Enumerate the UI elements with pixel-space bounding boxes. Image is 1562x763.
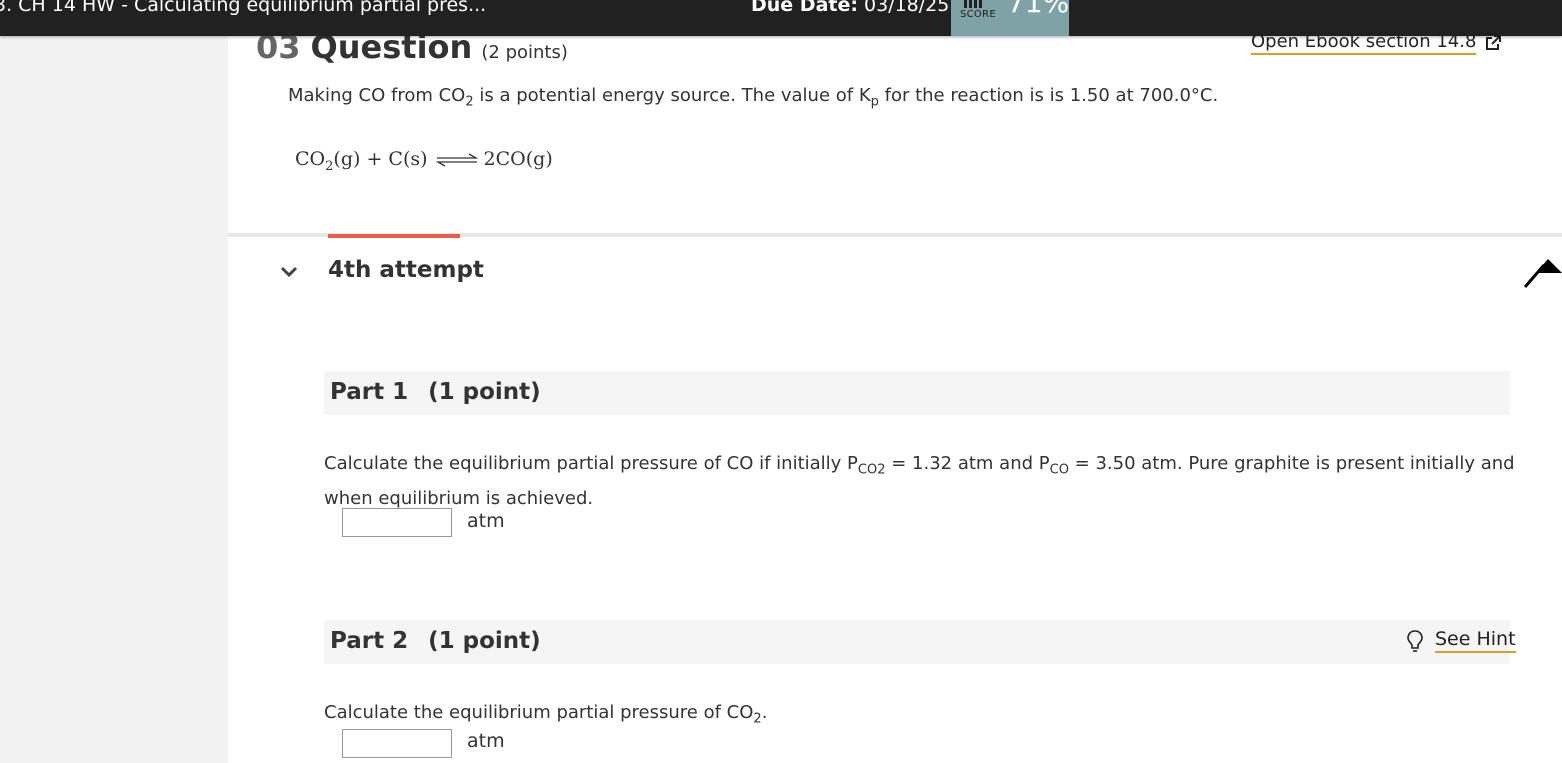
question-points: (2 points) (481, 42, 568, 63)
attempt-tab-indicator (328, 234, 460, 238)
assignment-title[interactable]: 3. CH 14 HW - Calculating equilibrium pa… (0, 0, 486, 16)
due-date: Due Date: 03/18/25 (751, 0, 949, 16)
external-link-icon[interactable] (1485, 35, 1501, 51)
part-1-header: Part 1 (1 point) (324, 371, 1510, 415)
chevron-down-icon[interactable] (280, 265, 298, 279)
due-date-value: 03/18/25 (864, 0, 950, 16)
cursor-arrow-icon (1523, 259, 1562, 288)
score-value: 71% (1007, 0, 1069, 19)
part-2-answer-input[interactable] (342, 729, 452, 758)
top-bar: 3. CH 14 HW - Calculating equilibrium pa… (0, 0, 1562, 36)
part-2-title: Part 2 (330, 628, 409, 654)
part-1-title: Part 1 (330, 379, 409, 405)
part-1-answer-input[interactable] (342, 508, 452, 537)
part-2-unit: atm (467, 730, 505, 752)
left-sidebar (0, 36, 228, 763)
part-2-points: (1 point) (428, 628, 541, 654)
due-date-label: Due Date: (751, 0, 858, 16)
score-badge[interactable]: SCORE 71% (951, 0, 1069, 36)
part-1-prompt: Calculate the equilibrium partial pressu… (324, 453, 1515, 509)
part-2-header: Part 2 (1 point) (324, 620, 1510, 664)
question-intro: Making CO from CO2 is a potential energy… (288, 85, 1219, 110)
reaction-equation: CO2(g) + C(s) 2CO(g) (295, 148, 553, 174)
score-chart-icon (964, 0, 986, 8)
lightbulb-icon (1407, 630, 1423, 652)
score-label: SCORE (960, 9, 996, 20)
part-1-points: (1 point) (428, 379, 541, 405)
part-1-unit: atm (467, 510, 505, 532)
see-hint-label[interactable]: See Hint (1435, 627, 1516, 653)
equilibrium-arrows-icon (435, 153, 478, 167)
attempt-label[interactable]: 4th attempt (328, 257, 484, 283)
